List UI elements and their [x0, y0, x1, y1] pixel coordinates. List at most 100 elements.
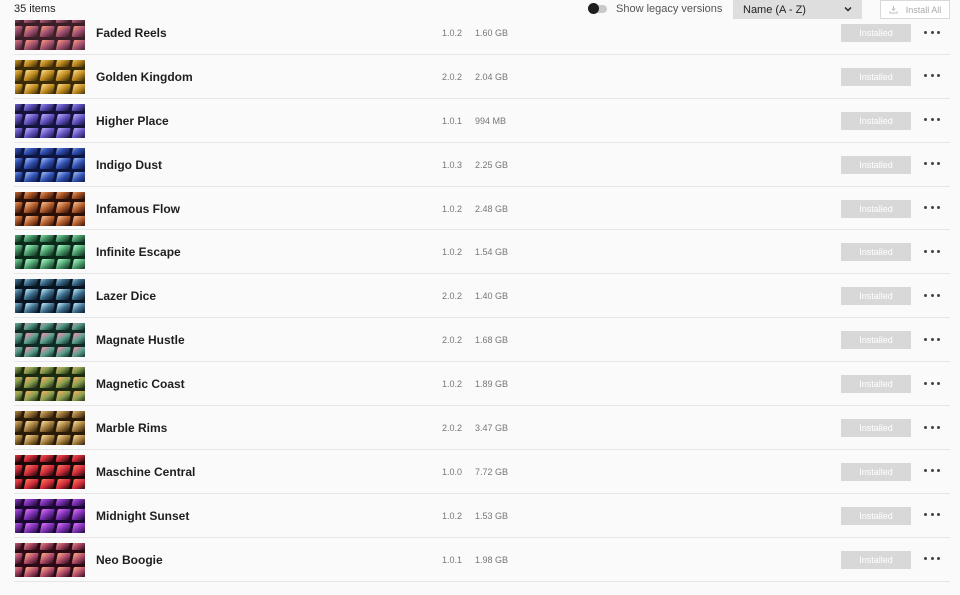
expansion-size: 1.54 GB: [475, 247, 509, 258]
installed-status-button[interactable]: Installed: [841, 462, 911, 481]
expansion-thumbnail: [15, 16, 85, 50]
expansion-name: Golden Kingdom: [96, 69, 193, 84]
list-item[interactable]: Infinite Escape 1.0.2 1.54 GB Installed: [14, 230, 950, 275]
list-item[interactable]: Indigo Dust 1.0.3 2.25 GB Installed: [14, 143, 950, 187]
item-count: 35 items: [14, 3, 56, 15]
expansion-name: Indigo Dust: [96, 157, 162, 172]
expansion-name: Faded Reels: [96, 26, 167, 40]
expansion-version: 2.0.2: [442, 71, 463, 82]
legacy-versions-label: Show legacy versions: [616, 3, 723, 15]
expansion-size: 7.72 GB: [475, 466, 509, 477]
expansion-version: 1.0.2: [442, 203, 463, 214]
expansion-size: 1.68 GB: [475, 335, 509, 346]
expansion-name: Marble Rims: [96, 421, 168, 436]
installed-status-button[interactable]: Installed: [841, 24, 911, 42]
list-item[interactable]: Maschine Central 1.0.0 7.72 GB Installed: [14, 450, 950, 494]
expansion-thumbnail: [15, 323, 85, 358]
expansion-version: 1.0.1: [442, 554, 463, 565]
installed-status-button[interactable]: Installed: [841, 287, 911, 306]
more-dots-icon[interactable]: [924, 420, 940, 434]
sort-dropdown[interactable]: Name (A - Z): [733, 0, 862, 19]
install-all-label: Install All: [905, 4, 942, 15]
expansion-size: 1.40 GB: [475, 291, 509, 302]
more-dots-icon[interactable]: [924, 69, 940, 83]
more-dots-icon[interactable]: [924, 201, 940, 215]
list-item[interactable]: Higher Place 1.0.1 994 MB Installed: [14, 99, 950, 143]
expansion-name: Maschine Central: [96, 464, 196, 479]
expansion-thumbnail: [15, 103, 85, 138]
expansion-thumbnail: [15, 367, 85, 402]
expansion-size: 1.89 GB: [475, 379, 509, 390]
installed-status-button[interactable]: Installed: [841, 67, 911, 86]
list-item[interactable]: Golden Kingdom 2.0.2 2.04 GB Installed: [14, 55, 950, 99]
expansion-version: 2.0.2: [442, 423, 463, 434]
install-all-button[interactable]: Install All: [880, 0, 950, 19]
expansion-name: Infinite Escape: [96, 245, 181, 260]
expansion-thumbnail: [15, 235, 85, 270]
expansion-version: 2.0.2: [442, 335, 463, 346]
expansion-name: Lazer Dice: [96, 289, 157, 304]
expansion-size: 2.04 GB: [475, 71, 509, 82]
expansion-name: Magnetic Coast: [96, 377, 185, 392]
installed-status-button[interactable]: Installed: [841, 111, 911, 130]
more-dots-icon[interactable]: [924, 288, 940, 302]
expansion-thumbnail: [15, 498, 85, 533]
expansion-name: Midnight Sunset: [96, 508, 190, 523]
more-dots-icon[interactable]: [924, 25, 940, 39]
expansion-size: 1.98 GB: [475, 554, 509, 565]
more-dots-icon[interactable]: [924, 332, 940, 346]
more-dots-icon[interactable]: [924, 157, 940, 171]
list-item[interactable]: Neo Boogie 1.0.1 1.98 GB Installed: [14, 538, 950, 582]
list-item[interactable]: Lazer Dice 2.0.2 1.40 GB Installed: [14, 274, 950, 319]
download-icon: [889, 5, 898, 14]
installed-status-button[interactable]: Installed: [841, 199, 911, 218]
expansion-size: 3.47 GB: [475, 423, 509, 434]
expansion-thumbnail: [15, 542, 85, 577]
expansion-version: 1.0.3: [442, 159, 463, 170]
expansion-name: Magnate Hustle: [96, 333, 185, 348]
list-item[interactable]: Midnight Sunset 1.0.2 1.53 GB Installed: [14, 494, 950, 538]
expansion-version: 1.0.2: [442, 510, 463, 521]
expansion-version: 1.0.0: [442, 466, 463, 477]
more-dots-icon[interactable]: [924, 376, 940, 390]
list-item[interactable]: Infamous Flow 1.0.2 2.48 GB Installed: [14, 187, 950, 231]
expansion-version: 1.0.1: [442, 115, 463, 126]
expansion-thumbnail: [15, 279, 85, 314]
installed-status-button[interactable]: Installed: [841, 243, 911, 262]
expansion-size: 1.53 GB: [475, 510, 509, 521]
installed-status-button[interactable]: Installed: [841, 375, 911, 394]
expansion-version: 1.0.2: [442, 379, 463, 390]
installed-status-button[interactable]: Installed: [841, 331, 911, 350]
expansion-name: Infamous Flow: [96, 201, 180, 216]
expansion-thumbnail: [15, 147, 85, 182]
installed-status-button[interactable]: Installed: [841, 419, 911, 438]
list-item[interactable]: Magnate Hustle 2.0.2 1.68 GB Installed: [14, 318, 950, 363]
expansion-version: 1.0.2: [442, 28, 463, 38]
expansion-name: Higher Place: [96, 113, 169, 128]
more-dots-icon[interactable]: [924, 113, 940, 127]
more-dots-icon[interactable]: [924, 552, 940, 566]
more-dots-icon[interactable]: [924, 244, 940, 258]
list-toolbar: 35 items Show legacy versions Name (A - …: [0, 0, 960, 20]
expansion-thumbnail: [15, 411, 85, 446]
expansion-version: 1.0.2: [442, 247, 463, 258]
more-dots-icon[interactable]: [924, 508, 940, 522]
expansion-size: 2.48 GB: [475, 203, 509, 214]
chevron-down-icon: [844, 6, 852, 12]
expansion-size: 2.25 GB: [475, 159, 509, 170]
legacy-versions-toggle[interactable]: Show legacy versions: [588, 1, 723, 17]
sort-value: Name (A - Z): [743, 3, 806, 16]
installed-status-button[interactable]: Installed: [841, 550, 911, 569]
installed-status-button[interactable]: Installed: [841, 506, 911, 525]
expansion-version: 2.0.2: [442, 291, 463, 302]
more-dots-icon[interactable]: [924, 464, 940, 478]
list-item[interactable]: Magnetic Coast 1.0.2 1.89 GB Installed: [14, 362, 950, 407]
installed-status-button[interactable]: Installed: [841, 155, 911, 174]
expansion-thumbnail: [15, 454, 85, 489]
expansion-size: 1.60 GB: [475, 28, 509, 38]
list-item[interactable]: Marble Rims 2.0.2 3.47 GB Installed: [14, 406, 950, 450]
expansion-list: Faded Reels 1.0.2 1.60 GB Installed Gold…: [0, 11, 960, 582]
expansion-thumbnail: [15, 59, 85, 94]
expansion-thumbnail: [15, 191, 85, 226]
toggle-switch-icon[interactable]: [588, 3, 607, 14]
